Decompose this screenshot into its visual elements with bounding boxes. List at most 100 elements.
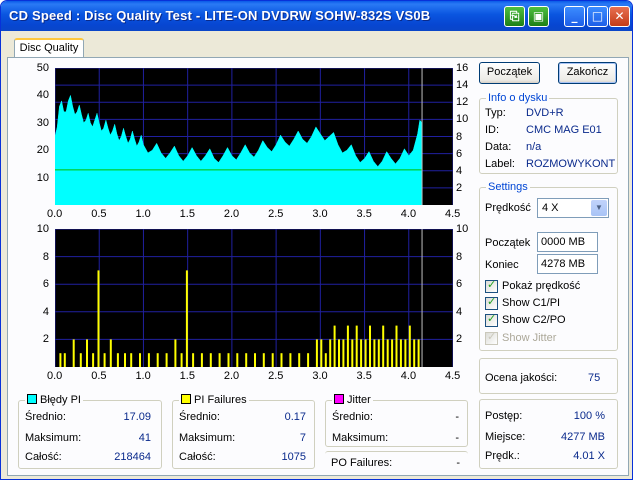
progress-group: Postęp: 100 % Miejsce: 4277 MB Prędk.: 4… bbox=[479, 399, 618, 469]
chart2-bar-36 bbox=[329, 339, 332, 367]
chart2-x-tick-4: 2.0 bbox=[223, 370, 240, 382]
pi-errors-title-text: Błędy PI bbox=[40, 394, 81, 406]
chart2-bar-28 bbox=[271, 353, 274, 367]
show-speed-label: Pokaż prędkość bbox=[502, 280, 581, 292]
chart2-y-tick-1: 4 bbox=[42, 305, 49, 318]
disc-info-group: Info o dysku Typ: DVD+R ID: CMC MAG E01 … bbox=[479, 92, 618, 174]
pif-max-label: Maksimum: bbox=[179, 432, 236, 444]
minimize-button[interactable]: _ bbox=[564, 6, 585, 27]
chart2-bar-40 bbox=[346, 325, 349, 367]
pi-total-value: 218464 bbox=[114, 451, 151, 463]
disc-type-value: DVD+R bbox=[526, 107, 564, 119]
chart2-bar-34 bbox=[320, 339, 323, 367]
quality-label: Ocena jakości: bbox=[485, 372, 558, 384]
chart2-bar-41 bbox=[351, 339, 354, 367]
chart2-bar-45 bbox=[369, 325, 371, 367]
save-icon[interactable]: ▣ bbox=[528, 6, 549, 27]
chart2-y-tick-0: 2 bbox=[42, 333, 49, 346]
chart2-bar-13 bbox=[147, 353, 150, 367]
speed-label: Prędkość bbox=[485, 202, 531, 214]
tab-disc-quality[interactable]: Disc Quality bbox=[14, 38, 84, 58]
stop-button[interactable]: Zakończ bbox=[558, 62, 617, 84]
chart2-bar-35 bbox=[324, 353, 327, 367]
speed-status-value: 4.01 X bbox=[573, 450, 605, 462]
chart1-series-0-area bbox=[55, 94, 423, 205]
show-speed-checkbox[interactable]: ✓ bbox=[485, 278, 498, 293]
chart1-x-tick-8: 4.0 bbox=[400, 208, 417, 220]
chart2-x-tick-2: 1.0 bbox=[135, 370, 151, 382]
pi-failures-svg bbox=[55, 229, 453, 367]
pif-total-label: Całość: bbox=[179, 451, 216, 463]
chart2-x-tick-3: 1.5 bbox=[179, 370, 195, 382]
chart2-bar-27 bbox=[262, 353, 265, 367]
quality-group: Ocena jakości: 75 bbox=[479, 358, 618, 394]
position-label: Miejsce: bbox=[485, 431, 526, 443]
quality-value: 75 bbox=[588, 372, 601, 384]
disc-date-label: Data: bbox=[485, 141, 512, 153]
tab-label: Disc Quality bbox=[19, 42, 79, 54]
chart2-y2-tick-0: 2 bbox=[456, 333, 463, 346]
chart2-bar-14 bbox=[156, 353, 159, 367]
chart2-bar-5 bbox=[92, 353, 95, 367]
chart2-bar-51 bbox=[395, 325, 398, 367]
show-c1pi-checkbox[interactable]: ✓ bbox=[485, 295, 498, 310]
chart1-x-tick-6: 3.0 bbox=[312, 208, 328, 220]
end-pos-input[interactable]: 4278 MB bbox=[537, 254, 598, 274]
chart1-y2-tick-2: 6 bbox=[456, 147, 463, 160]
jitter-group: Jitter Średnio: - Maksimum: - bbox=[325, 394, 468, 447]
chart1-x-tick-5: 2.5 bbox=[268, 208, 284, 220]
disc-id-value: CMC MAG E01 bbox=[526, 124, 602, 136]
disc-id-label: ID: bbox=[485, 124, 500, 136]
po-failures-row: PO Failures: - bbox=[325, 451, 468, 469]
pi-errors-swatch bbox=[27, 394, 37, 404]
chart1-x-tick-3: 1.5 bbox=[179, 208, 195, 220]
title-bar[interactable]: CD Speed : Disc Quality Test - LITE-ON D… bbox=[1, 1, 632, 31]
settings-group: Settings Prędkość 4 X ▼ Początek 0000 MB… bbox=[479, 181, 618, 351]
chart2-bar-16 bbox=[174, 339, 177, 367]
jitter-max-value: - bbox=[455, 432, 459, 444]
chart2-bar-42 bbox=[355, 325, 358, 367]
show-c1pi-label: Show C1/PI bbox=[502, 297, 561, 309]
chart2-bar-2 bbox=[72, 339, 75, 367]
jitter-title: Jitter bbox=[332, 394, 373, 406]
chart2-bar-56 bbox=[417, 339, 420, 367]
chart2-bar-26 bbox=[254, 353, 256, 367]
maximize-button[interactable]: □ bbox=[587, 6, 608, 27]
close-button[interactable]: ✕ bbox=[609, 6, 630, 27]
start-button[interactable]: Początek bbox=[479, 62, 540, 84]
chart2-bar-18 bbox=[185, 270, 188, 367]
chart1-y-tick-2: 30 bbox=[36, 116, 49, 129]
start-pos-label: Początek bbox=[485, 237, 531, 249]
chart1-y2-tick-4: 10 bbox=[456, 113, 469, 126]
chart2-y-tick-2: 6 bbox=[42, 278, 49, 291]
chart2-bar-38 bbox=[338, 339, 340, 367]
pif-avg-label: Średnio: bbox=[179, 411, 220, 423]
copy-icon[interactable]: ⎘ bbox=[504, 6, 525, 27]
chart2-bar-1 bbox=[63, 353, 66, 367]
chart2-bar-9 bbox=[116, 353, 119, 367]
chart2-bar-44 bbox=[364, 339, 367, 367]
start-pos-input[interactable]: 0000 MB bbox=[537, 232, 598, 252]
show-c2po-checkbox[interactable]: ✓ bbox=[485, 312, 498, 327]
chart2-y-tick-4: 10 bbox=[36, 223, 49, 235]
disc-type-label: Typ: bbox=[485, 107, 506, 119]
chart1-y2-tick-6: 14 bbox=[456, 79, 469, 92]
chart2-y2-tick-1: 4 bbox=[456, 305, 463, 318]
chart1-y-tick-1: 20 bbox=[36, 144, 49, 157]
chevron-down-icon[interactable]: ▼ bbox=[591, 200, 607, 216]
chart2-bar-52 bbox=[399, 339, 402, 367]
progress-label: Postęp: bbox=[485, 410, 523, 422]
chart2-bar-32 bbox=[307, 353, 310, 367]
po-failures-label: PO Failures: bbox=[331, 457, 393, 469]
chart2-bar-19 bbox=[192, 353, 195, 367]
chart2-bar-39 bbox=[342, 339, 345, 367]
chart2-bar-7 bbox=[103, 353, 106, 367]
chart2-x-tick-6: 3.0 bbox=[312, 370, 328, 382]
speed-select[interactable]: 4 X ▼ bbox=[537, 198, 609, 218]
chart2-bar-49 bbox=[386, 339, 389, 367]
pi-total-label: Całość: bbox=[25, 451, 62, 463]
chart2-bar-30 bbox=[289, 353, 292, 367]
pif-max-value: 7 bbox=[299, 432, 306, 444]
chart2-x-tick-7: 3.5 bbox=[356, 370, 372, 382]
disc-label-value: ROZMOWYKONT bbox=[526, 158, 616, 170]
